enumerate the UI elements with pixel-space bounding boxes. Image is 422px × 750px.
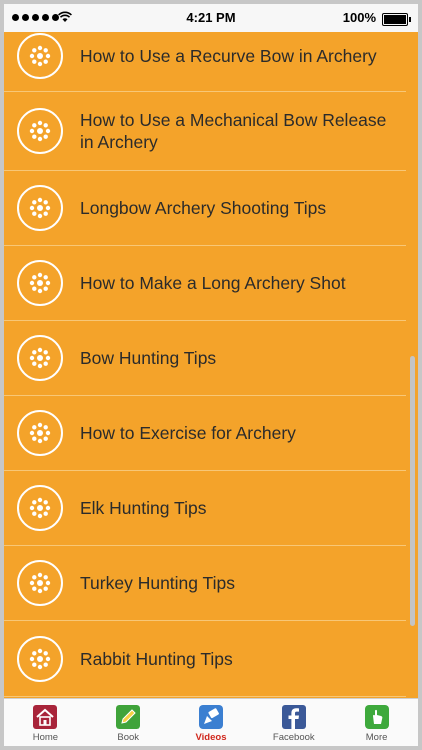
list-item-title: How to Exercise for Archery — [80, 423, 296, 443]
tab-facebook[interactable]: Facebook — [252, 699, 335, 746]
target-icon — [17, 410, 63, 456]
list-item-title: How to Use a Recurve Bow in Archery — [80, 45, 377, 66]
status-bar: 4:21 PM 100% — [4, 4, 418, 32]
list-item-title: Turkey Hunting Tips — [80, 573, 235, 593]
scrollbar[interactable] — [410, 356, 415, 626]
tab-book[interactable]: Book — [87, 699, 170, 746]
list-item-title: Bow Hunting Tips — [80, 348, 217, 368]
target-icon — [17, 636, 63, 682]
target-icon — [17, 108, 63, 154]
list-item-title: Longbow Archery Shooting Tips — [80, 198, 327, 218]
tab-label: Book — [117, 732, 140, 743]
list-item-title: How to Use a Mechanical Bow Release in A… — [80, 110, 387, 152]
list-item[interactable]: Turkey Hunting Tips — [4, 546, 406, 621]
battery-percent: 100% — [342, 10, 376, 25]
videos-icon — [198, 705, 223, 729]
list-item[interactable]: Longbow Archery Shooting Tips — [4, 171, 406, 246]
tab-bar: Home Book Videos Facebook More — [4, 698, 418, 746]
target-icon — [17, 560, 63, 606]
battery-icon — [382, 13, 411, 26]
list-item-title: Rabbit Hunting Tips — [80, 649, 233, 669]
list-item[interactable]: How to Make a Long Archery Shot — [4, 246, 406, 321]
tab-label: Videos — [195, 732, 227, 743]
more-icon — [364, 705, 389, 729]
home-icon — [33, 705, 58, 729]
target-icon — [17, 335, 63, 381]
tab-videos[interactable]: Videos — [170, 699, 253, 746]
facebook-icon — [281, 705, 306, 729]
target-icon — [17, 485, 63, 531]
list-item[interactable]: Rabbit Hunting Tips — [4, 622, 406, 697]
tab-home[interactable]: Home — [4, 699, 87, 746]
tab-label: Home — [32, 732, 59, 743]
app-screen: 4:21 PM 100% How to Use a Recurve Bow in… — [4, 4, 418, 746]
list-item-title: Elk Hunting Tips — [80, 498, 207, 518]
tab-label: Facebook — [272, 732, 315, 743]
target-icon — [17, 185, 63, 231]
book-icon — [116, 705, 141, 729]
list-item[interactable]: How to Use a Mechanical Bow Release in A… — [4, 92, 406, 171]
target-icon — [17, 260, 63, 306]
tab-more[interactable]: More — [335, 699, 418, 746]
video-list[interactable]: How to Use a Recurve Bow in Archery How … — [4, 32, 406, 698]
list-item[interactable]: Bow Hunting Tips — [4, 321, 406, 396]
list-item[interactable]: How to Exercise for Archery — [4, 396, 406, 471]
list-item[interactable]: Elk Hunting Tips — [4, 471, 406, 546]
list-item[interactable]: How to Use a Recurve Bow in Archery — [4, 32, 406, 92]
target-icon — [17, 32, 63, 79]
tab-label: More — [365, 732, 388, 743]
list-item-title: How to Make a Long Archery Shot — [80, 273, 346, 293]
